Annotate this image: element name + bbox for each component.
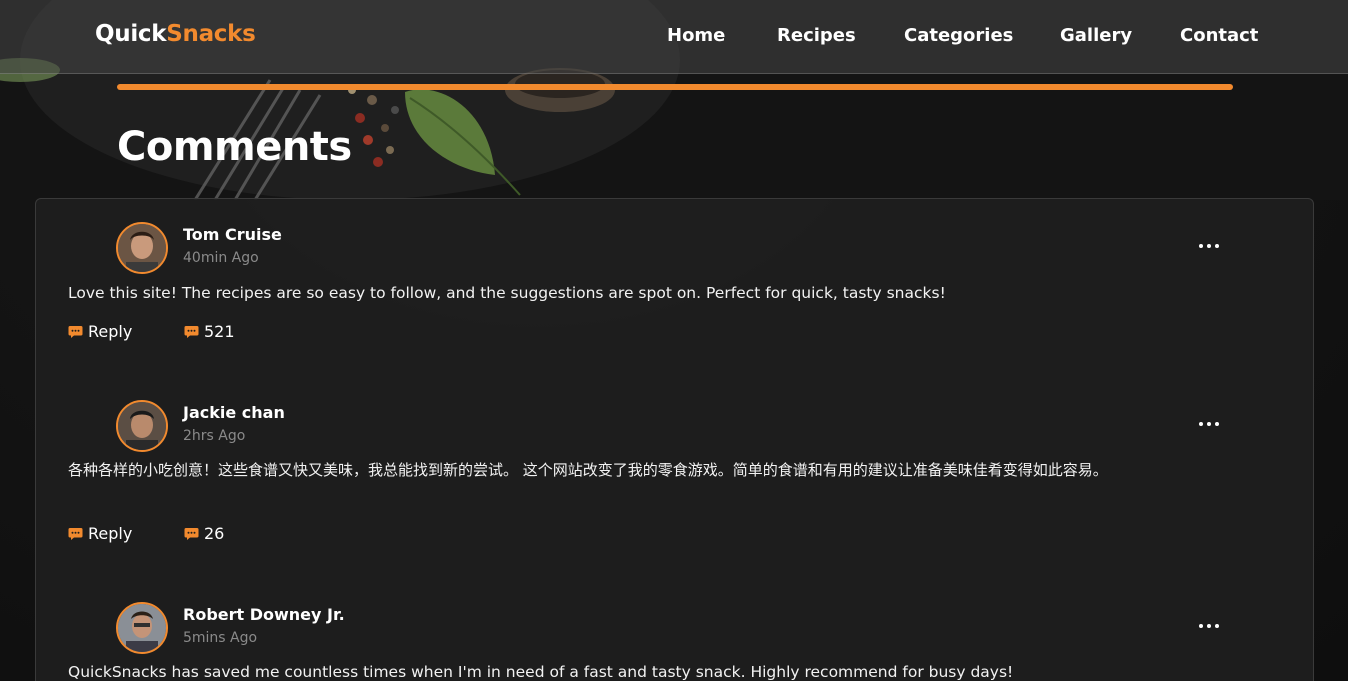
reply-label: Reply [88, 322, 133, 341]
comment-time: 5mins Ago [183, 630, 258, 646]
avatar[interactable] [116, 602, 168, 654]
comment-count: 521 [204, 322, 235, 341]
chat-bubble-icon [184, 527, 199, 540]
comment-count-button[interactable]: 521 [184, 322, 235, 341]
comment-text: Love this site! The recipes are so easy … [68, 284, 946, 302]
avatar-portrait-icon [118, 224, 166, 272]
section-title: Comments [117, 124, 352, 170]
comment-count-button[interactable]: 26 [184, 524, 224, 543]
chat-bubble-icon [68, 527, 83, 540]
chat-bubble-icon [184, 325, 199, 338]
comment-actions: Reply 26 [68, 524, 368, 546]
chat-bubble-icon [68, 325, 83, 338]
avatar[interactable] [116, 222, 168, 274]
section-divider [117, 84, 1233, 90]
nav-item-categories[interactable]: Categories [904, 25, 1013, 46]
comments-panel: Tom Cruise 40min Ago Love this site! The… [35, 198, 1314, 681]
more-horizontal-icon[interactable] [1199, 242, 1221, 250]
nav-item-gallery[interactable]: Gallery [1060, 25, 1132, 46]
avatar-portrait-icon [118, 604, 166, 652]
comment-author[interactable]: Tom Cruise [183, 225, 282, 244]
comment-text: 各种各样的小吃创意！这些食谱又快又美味，我总能找到新的尝试。 这个网站改变了我的… [68, 461, 1108, 479]
comment-time: 40min Ago [183, 250, 259, 266]
more-horizontal-icon[interactable] [1199, 420, 1221, 428]
avatar-portrait-icon [118, 402, 166, 450]
navbar: QuickSnacks Home Recipes Categories Gall… [0, 0, 1348, 74]
reply-label: Reply [88, 524, 133, 543]
nav-item-contact[interactable]: Contact [1180, 25, 1258, 46]
reply-button[interactable]: Reply [68, 524, 132, 543]
comment-count: 26 [204, 524, 225, 543]
more-horizontal-icon[interactable] [1199, 622, 1221, 630]
comment-time: 2hrs Ago [183, 428, 246, 444]
nav-item-recipes[interactable]: Recipes [777, 25, 856, 46]
comment-text: QuickSnacks has saved me countless times… [68, 663, 1014, 681]
reply-button[interactable]: Reply [68, 322, 132, 341]
nav-links: Home Recipes Categories Gallery Contact [0, 25, 1348, 49]
nav-item-home[interactable]: Home [667, 25, 725, 46]
comment-author[interactable]: Jackie chan [183, 403, 285, 422]
comment-actions: Reply 521 [68, 322, 368, 344]
avatar[interactable] [116, 400, 168, 452]
comment-author[interactable]: Robert Downey Jr. [183, 605, 345, 624]
